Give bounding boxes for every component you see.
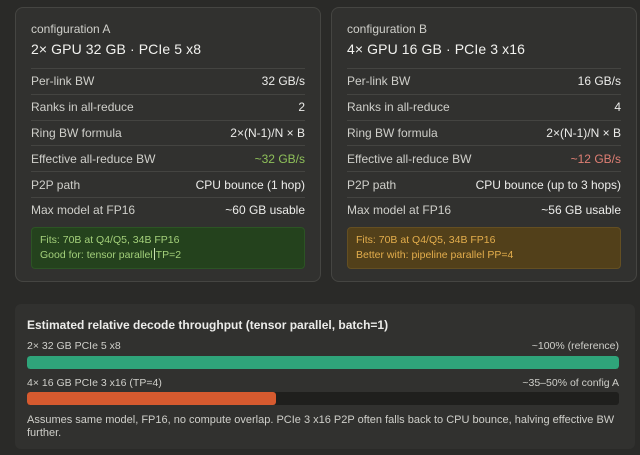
spec-label: P2P path [347, 177, 397, 192]
fit-note-line: Fits: 70B at Q4/Q5, 34B FP16 [40, 234, 180, 246]
spec-row: P2P path CPU bounce (1 hop) [31, 171, 305, 197]
spec-value: 2×(N-1)/N × B [230, 125, 305, 140]
spec-row: P2P path CPU bounce (up to 3 hops) [347, 171, 621, 197]
config-a-fit-note: Fits: 70B at Q4/Q5, 34B FP16 Good for: t… [31, 227, 305, 269]
fit-note-line: Fits: 70B at Q4/Q5, 34B FP16 [356, 234, 496, 246]
bar-a-value: ~100% (reference) [531, 340, 619, 352]
config-b-card: configuration B 4× GPU 16 GB · PCIe 3 x1… [331, 7, 637, 282]
spec-label: Ring BW formula [347, 125, 438, 140]
bar-a-label: 2× 32 GB PCIe 5 x8 [27, 340, 121, 352]
spec-row: Per-link BW 16 GB/s [347, 68, 621, 94]
spec-row: Ranks in all-reduce 4 [347, 93, 621, 120]
spec-row: Max model at FP16 ~60 GB usable [31, 196, 305, 223]
spec-row: Ranks in all-reduce 2 [31, 93, 305, 120]
spec-value: 32 GB/s [261, 74, 305, 89]
spec-value: 2 [298, 100, 305, 115]
config-b-heading: 4× GPU 16 GB · PCIe 3 x16 [347, 41, 525, 57]
spec-value: ~60 GB usable [225, 203, 305, 218]
spec-row: Ring BW formula 2×(N-1)/N × B [347, 119, 621, 146]
spec-value: CPU bounce (up to 3 hops) [475, 177, 621, 192]
spec-value: CPU bounce (1 hop) [195, 177, 305, 192]
text-cursor [153, 248, 155, 260]
spec-row: Ring BW formula 2×(N-1)/N × B [31, 119, 305, 146]
spec-label: P2P path [31, 177, 81, 192]
fit-note-line: Good for: tensor parallel TP=2 [40, 248, 296, 263]
throughput-panel: Estimated relative decode throughput (te… [15, 304, 635, 449]
spec-value: 16 GB/s [577, 74, 621, 89]
spec-label: Effective all-reduce BW [347, 151, 472, 166]
fit-note-line: Better with: pipeline parallel PP=4 [356, 249, 514, 261]
spec-label: Per-link BW [347, 74, 411, 89]
spec-label: Ranks in all-reduce [347, 100, 450, 115]
spec-row: Max model at FP16 ~56 GB usable [347, 196, 621, 223]
spec-label: Effective all-reduce BW [31, 151, 156, 166]
fit-note-text: Good for: tensor parallel [40, 249, 153, 261]
config-a-card: configuration A 2× GPU 32 GB · PCIe 5 x8… [15, 7, 321, 282]
spec-label: Max model at FP16 [347, 203, 452, 218]
config-b-spec-table: Per-link BW 16 GB/s Ranks in all-reduce 4 … [347, 68, 621, 223]
spec-value: ~56 GB usable [541, 203, 621, 218]
spec-value-bad: ~12 GB/s [570, 151, 621, 166]
config-b-fit-note: Fits: 70B at Q4/Q5, 34B FP16 Better with… [347, 227, 621, 269]
spec-label: Max model at FP16 [31, 203, 136, 218]
spec-row: Effective all-reduce BW ~12 GB/s [347, 145, 621, 171]
config-a-spec-table: Per-link BW 32 GB/s Ranks in all-reduce 2 … [31, 68, 305, 223]
throughput-bar-b-track [27, 392, 619, 405]
spec-row: Effective all-reduce BW ~32 GB/s [31, 145, 305, 171]
throughput-bar-a-fill [27, 356, 619, 369]
throughput-bar-b-fill [27, 392, 276, 405]
throughput-bar-a-track [27, 356, 619, 369]
spec-label: Ranks in all-reduce [31, 100, 134, 115]
throughput-footnote: Assumes same model, FP16, no compute ove… [27, 414, 615, 439]
throughput-title: Estimated relative decode throughput (te… [27, 318, 389, 332]
spec-label: Ring BW formula [31, 125, 122, 140]
bar-b-value: ~35–50% of config A [522, 377, 619, 389]
fit-note-text: TP=2 [155, 249, 182, 261]
config-a-heading: 2× GPU 32 GB · PCIe 5 x8 [31, 41, 202, 57]
spec-row: Per-link BW 32 GB/s [31, 68, 305, 94]
spec-value: 2×(N-1)/N × B [546, 125, 621, 140]
config-a-caption: configuration A [31, 22, 111, 36]
bar-b-label: 4× 16 GB PCIe 3 x16 (TP=4) [27, 377, 162, 389]
spec-label: Per-link BW [31, 74, 95, 89]
spec-value: 4 [614, 100, 621, 115]
spec-value-good: ~32 GB/s [254, 151, 305, 166]
config-b-caption: configuration B [347, 22, 428, 36]
